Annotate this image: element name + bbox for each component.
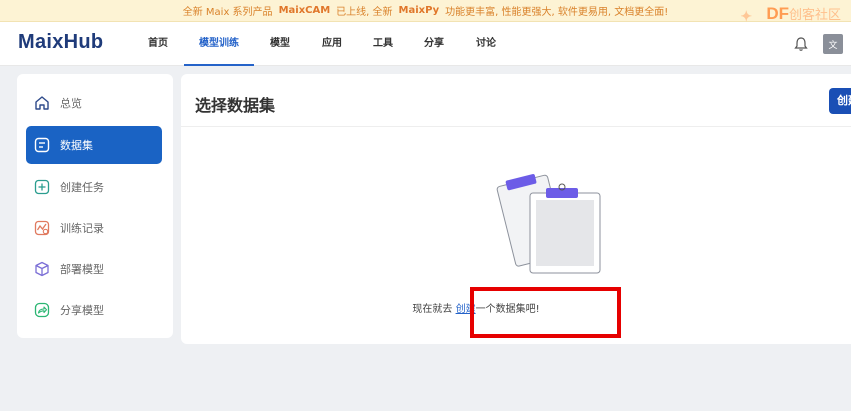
nav-discuss[interactable]: 讨论	[472, 22, 500, 66]
sidebar-item-overview[interactable]: 总览	[26, 84, 162, 122]
nav-tools[interactable]: 工具	[369, 22, 397, 66]
home-icon	[35, 96, 49, 110]
highlight-annotation-box	[470, 287, 621, 338]
sidebar-item-share-model[interactable]: 分享模型	[26, 291, 162, 329]
sidebar-item-label: 总览	[60, 97, 82, 110]
sidebar-item-label: 创建任务	[60, 181, 104, 194]
nav-share[interactable]: 分享	[420, 22, 448, 66]
bell-icon[interactable]	[793, 36, 809, 52]
banner-mid: 已上线, 全新	[336, 7, 393, 18]
top-navbar: MaixHub 首页 模型训练 模型 应用 工具 分享 讨论 文	[0, 22, 851, 66]
announcement-banner: 全新 Maix 系列产品 MaixCAM 已上线, 全新 MaixPy 功能更丰…	[0, 0, 851, 22]
title-divider	[181, 126, 851, 127]
sidebar-item-label: 训练记录	[60, 222, 104, 235]
plus-icon	[34, 179, 50, 195]
nav-model-training[interactable]: 模型训练	[184, 22, 254, 66]
empty-prefix: 现在就去	[412, 304, 453, 315]
sidebar-item-label: 部署模型	[60, 263, 104, 276]
nav-models[interactable]: 模型	[266, 22, 294, 66]
nav-home[interactable]: 首页	[144, 22, 172, 66]
sidebar-item-create-task[interactable]: 创建任务	[26, 168, 162, 206]
sidebar-item-dataset[interactable]: 数据集	[26, 126, 162, 164]
banner-product-maixcam[interactable]: MaixCAM	[279, 5, 331, 16]
watermark-brand: DF	[766, 4, 789, 23]
nav-apps[interactable]: 应用	[318, 22, 346, 66]
page-title: 选择数据集	[195, 96, 276, 115]
cube-icon	[35, 261, 49, 277]
watermark-sub: 创客社区	[788, 7, 841, 22]
sidebar-item-training-history[interactable]: 训练记录	[26, 209, 162, 247]
banner-prefix: 全新 Maix 系列产品	[182, 7, 273, 18]
history-icon	[34, 220, 50, 236]
language-label: 文	[828, 40, 838, 51]
dataset-icon	[34, 137, 50, 153]
share-icon	[34, 302, 50, 318]
language-switch-icon[interactable]: 文	[823, 34, 843, 54]
banner-product-maixpy[interactable]: MaixPy	[399, 5, 440, 16]
create-dataset-button[interactable]: 创建	[829, 88, 851, 114]
empty-clipboard-illustration	[496, 174, 601, 274]
sidebar-item-label: 分享模型	[60, 304, 104, 317]
sidebar: 总览 数据集 创建任务 训练记录 部署模型 分享模型	[17, 74, 173, 338]
banner-suffix: 功能更丰富, 性能更强大, 软件更易用, 文档更全面!	[445, 7, 669, 18]
watermark-logo: ✦ DF创客社区	[740, 4, 841, 24]
sidebar-item-label: 数据集	[60, 139, 93, 152]
sidebar-item-deploy-model[interactable]: 部署模型	[26, 250, 162, 288]
maixhub-logo[interactable]: MaixHub	[18, 31, 103, 54]
